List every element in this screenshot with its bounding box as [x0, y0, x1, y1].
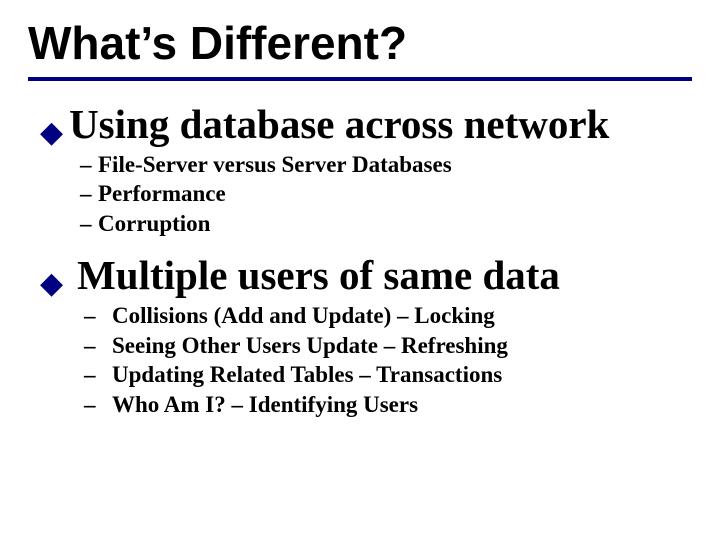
slide-body: ◆ Using database across network – File-S… [28, 101, 692, 419]
bullet-level2: – File-Server versus Server Databases [80, 150, 692, 179]
sublist: – File-Server versus Server Databases – … [40, 150, 692, 238]
level2-text: Performance [98, 179, 226, 208]
level2-text: Updating Related Tables – Transactions [112, 360, 502, 389]
slide-title: What’s Different? [28, 18, 692, 69]
level2-text: File-Server versus Server Databases [98, 150, 452, 179]
bullet-level2: – Seeing Other Users Update – Refreshing [84, 331, 692, 360]
dash-bullet-icon: – [80, 179, 98, 208]
slide: What’s Different? ◆ Using database acros… [0, 0, 720, 540]
sublist: – Collisions (Add and Update) – Locking … [40, 301, 692, 419]
dash-bullet-icon: – [84, 331, 112, 360]
bullet-level1: ◆ Using database across network [40, 101, 692, 148]
bullet-level2: – Performance [80, 179, 692, 208]
dash-bullet-icon: – [84, 360, 112, 389]
level1-text: Using database across network [69, 101, 609, 148]
diamond-bullet-icon: ◆ [40, 118, 63, 148]
bullet-level1: ◆ Multiple users of same data [40, 252, 692, 299]
level2-text: Corruption [98, 209, 210, 238]
level2-text: Who Am I? – Identifying Users [112, 390, 418, 419]
title-underline [28, 77, 692, 81]
bullet-level2: – Updating Related Tables – Transactions [84, 360, 692, 389]
dash-bullet-icon: – [84, 390, 112, 419]
level1-text: Multiple users of same data [77, 252, 560, 299]
bullet-level2: – Corruption [80, 209, 692, 238]
dash-bullet-icon: – [80, 209, 98, 238]
level2-text: Collisions (Add and Update) – Locking [112, 301, 495, 330]
dash-bullet-icon: – [80, 150, 98, 179]
diamond-bullet-icon: ◆ [40, 269, 63, 299]
level2-text: Seeing Other Users Update – Refreshing [112, 331, 508, 360]
bullet-level2: – Collisions (Add and Update) – Locking [84, 301, 692, 330]
dash-bullet-icon: – [84, 301, 112, 330]
bullet-level2: – Who Am I? – Identifying Users [84, 390, 692, 419]
